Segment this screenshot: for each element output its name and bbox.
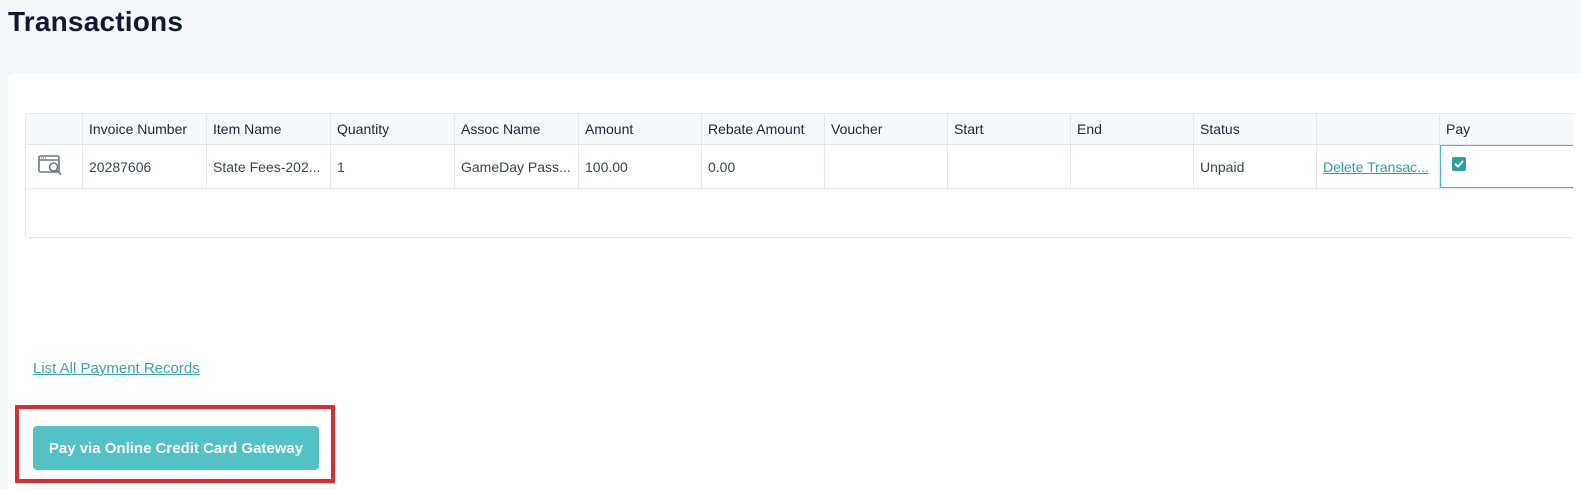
table-row: 20287606 State Fees-202... 1 GameDay Pas… <box>26 145 1573 189</box>
header-assoc-name: Assoc Name <box>455 114 579 144</box>
header-status: Status <box>1194 114 1317 144</box>
header-item-name: Item Name <box>207 114 331 144</box>
cell-action: Delete Transac... <box>1317 145 1440 188</box>
page-title: Transactions <box>8 6 184 37</box>
cell-item-name: State Fees-202... <box>207 145 331 188</box>
header-amount: Amount <box>579 114 702 144</box>
transactions-table: Invoice Number Item Name Quantity Assoc … <box>25 113 1573 238</box>
header-voucher: Voucher <box>825 114 948 144</box>
pay-online-button[interactable]: Pay via Online Credit Card Gateway <box>33 426 319 470</box>
cell-end <box>1071 145 1194 188</box>
cell-start <box>948 145 1071 188</box>
header-pay: Pay <box>1446 121 1471 137</box>
cell-amount: 100.00 <box>579 145 702 188</box>
pay-checkbox[interactable] <box>1452 157 1466 171</box>
checkmark-icon <box>1454 160 1464 168</box>
header-rebate-amount: Rebate Amount <box>702 114 825 144</box>
header-quantity: Quantity <box>331 114 455 144</box>
header-invoice-number: Invoice Number <box>83 114 207 144</box>
cell-status: Unpaid <box>1194 145 1317 188</box>
cell-voucher <box>825 145 948 188</box>
view-invoice-icon <box>38 155 64 178</box>
cell-assoc-name: GameDay Pass... <box>455 145 579 188</box>
cell-rebate-amount: 0.00 <box>702 145 825 188</box>
header-end: End <box>1071 114 1194 144</box>
list-all-payment-records-link[interactable]: List All Payment Records <box>33 360 200 377</box>
header-start: Start <box>948 114 1071 144</box>
cell-pay <box>1440 145 1573 188</box>
cell-quantity: 1 <box>331 145 455 188</box>
view-invoice-button[interactable] <box>26 145 83 188</box>
header-view <box>26 114 83 144</box>
delete-transaction-link[interactable]: Delete Transac... <box>1323 159 1429 175</box>
header-action <box>1317 114 1440 144</box>
cell-invoice-number: 20287606 <box>83 145 207 188</box>
table-header: Invoice Number Item Name Quantity Assoc … <box>26 114 1573 145</box>
